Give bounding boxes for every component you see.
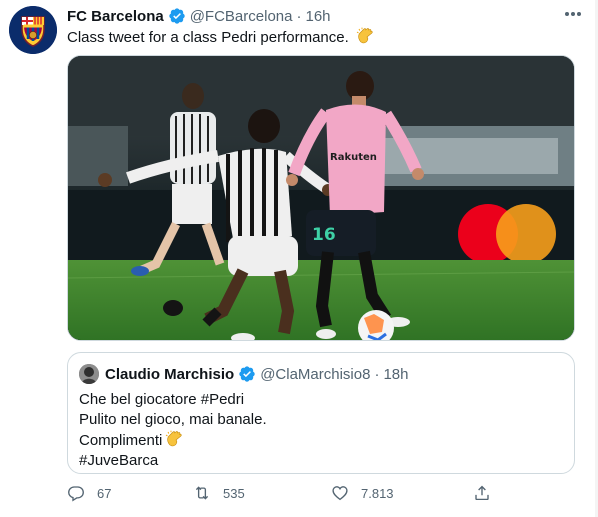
quoted-tweet[interactable]: Claudio Marchisio @ClaMarchisio8 · 18h C… (67, 352, 575, 474)
retweet-count: 535 (223, 485, 245, 501)
reply-icon (68, 486, 84, 502)
clapping-hands-emoji-icon (165, 430, 183, 448)
like-count: 7.813 (361, 485, 394, 501)
quoted-author-name: Claudio Marchisio (105, 365, 235, 383)
quoted-line: Complimenti (79, 430, 267, 451)
retweet-button[interactable]: 535 (193, 484, 245, 502)
quoted-tweet-text: Che bel giocatore #Pedri Pulito nel gioc… (79, 390, 267, 471)
tweet-actions: 67 535 7.813 (67, 484, 575, 506)
quoted-author-avatar (79, 364, 99, 384)
verified-badge-icon (238, 365, 256, 383)
fc-barcelona-avatar[interactable] (9, 6, 57, 54)
separator-dot: · (296, 7, 302, 25)
author-name[interactable]: FC Barcelona (67, 8, 164, 25)
quoted-line: #JuveBarca (79, 452, 159, 469)
tweet-photo[interactable]: 16 Rakuten (67, 55, 575, 341)
share-button[interactable] (473, 484, 491, 502)
tweet-text: Class tweet for a class Pedri performanc… (67, 27, 374, 48)
quoted-line-text: Complimenti (79, 432, 163, 449)
clapping-hands-emoji-icon (356, 27, 374, 45)
retweet-icon (195, 486, 209, 500)
tweet-text-content: Class tweet for a class Pedri performanc… (67, 29, 349, 46)
tweet-timestamp[interactable]: 16h (305, 8, 330, 25)
author-handle[interactable]: @FCBarcelona (190, 8, 293, 25)
quoted-line: Pulito nel gioco, mai banale. (79, 411, 267, 428)
reply-count: 67 (97, 485, 112, 501)
verified-badge-icon (168, 7, 186, 25)
tweet-header: FC Barcelona @FCBarcelona · 16h (67, 6, 331, 26)
more-dots-icon[interactable] (562, 4, 584, 24)
like-button[interactable]: 7.813 (331, 484, 394, 502)
heart-icon (332, 486, 348, 501)
jersey-number: 16 (312, 225, 336, 245)
shirt-sponsor: Rakuten (330, 152, 377, 163)
separator-dot: · (374, 365, 380, 383)
share-icon (475, 485, 489, 501)
quoted-tweet-header: Claudio Marchisio @ClaMarchisio8 · 18h (105, 364, 408, 384)
quoted-tweet-timestamp: 18h (383, 365, 409, 383)
quoted-author-handle: @ClaMarchisio8 (260, 365, 371, 383)
reply-button[interactable]: 67 (67, 484, 111, 502)
quoted-line: Che bel giocatore #Pedri (79, 391, 245, 408)
tweet[interactable]: FC Barcelona @FCBarcelona · 16h Class tw… (0, 0, 598, 517)
